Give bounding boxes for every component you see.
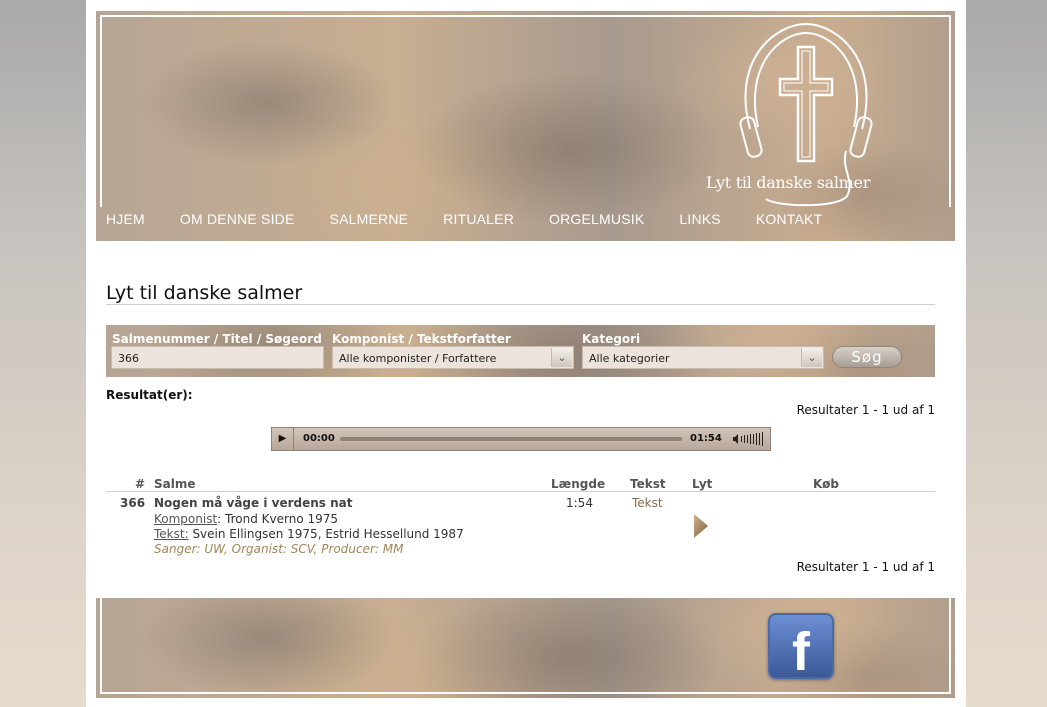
composer-selected-value: Alle komponister / Forfattere xyxy=(339,352,497,365)
play-track-icon[interactable] xyxy=(693,513,709,539)
composer-name: : Trond Kverno 1975 xyxy=(217,512,339,526)
col-header-length: Længde xyxy=(551,477,606,491)
player-current-time: 00:00 xyxy=(303,433,335,444)
nav-links[interactable]: LINKS xyxy=(679,211,720,227)
row-text-link[interactable]: Tekst xyxy=(632,496,663,510)
player-progress-track[interactable] xyxy=(340,437,682,441)
nav-kontakt[interactable]: KONTAKT xyxy=(756,211,822,227)
category-label: Kategori xyxy=(582,332,641,346)
page-container: Lyt til danske salmer HJEM OM DENNE SIDE… xyxy=(86,0,966,707)
search-panel: Salmenummer / Titel / Søgeord 366 Kompon… xyxy=(106,325,935,377)
player-duration: 01:54 xyxy=(690,433,722,444)
nav-salmerne[interactable]: SALMERNE xyxy=(330,211,409,227)
chevron-down-icon[interactable]: ⌄ xyxy=(551,348,572,367)
logo-text: Lyt til danske salmer xyxy=(706,173,871,192)
audio-player: ▶ 00:00 01:54 xyxy=(271,427,771,451)
row-text-line: Tekst: Svein Ellingsen 1975, Estrid Hess… xyxy=(154,527,464,541)
category-selected-value: Alle kategorier xyxy=(589,352,670,365)
title-divider xyxy=(106,304,935,305)
row-credits: Sanger: UW, Organist: SCV, Producer: MM xyxy=(154,542,404,556)
row-length: 1:54 xyxy=(566,496,593,510)
nav-ritualer[interactable]: RITUALER xyxy=(443,211,514,227)
text-authors-link[interactable]: Tekst: xyxy=(154,527,189,541)
play-icon[interactable]: ▶ xyxy=(272,428,294,450)
nav-hjem[interactable]: HJEM xyxy=(106,211,145,227)
row-number: 366 xyxy=(120,496,146,510)
footer-banner: f xyxy=(96,598,955,698)
search-button[interactable]: Søg xyxy=(832,346,902,368)
results-count-bottom: Resultater 1 - 1 ud af 1 xyxy=(796,560,935,574)
category-select[interactable]: Alle kategorier ⌄ xyxy=(582,346,824,369)
composer-link[interactable]: Komponist xyxy=(154,512,217,526)
text-authors: Svein Ellingsen 1975, Estrid Hessellund … xyxy=(188,527,464,541)
col-header-text: Tekst xyxy=(630,477,666,491)
main-nav: HJEM OM DENNE SIDE SALMERNE RITUALER ORG… xyxy=(106,211,857,227)
row-title: Nogen må våge i verdens nat xyxy=(154,496,353,510)
col-header-buy: Køb xyxy=(813,477,839,491)
composer-select[interactable]: Alle komponister / Forfattere ⌄ xyxy=(332,346,574,369)
nav-orgelmusik[interactable]: ORGELMUSIK xyxy=(549,211,644,227)
facebook-icon[interactable]: f xyxy=(768,613,834,679)
table-header-divider xyxy=(106,491,935,492)
composer-label: Komponist / Tekstforfatter xyxy=(332,332,511,346)
col-header-listen: Lyt xyxy=(692,477,713,491)
search-input[interactable]: 366 xyxy=(111,346,324,369)
results-count-top: Resultater 1 - 1 ud af 1 xyxy=(796,403,935,417)
chevron-down-icon[interactable]: ⌄ xyxy=(801,348,822,367)
col-header-number: # xyxy=(135,477,146,491)
nav-om-denne-side[interactable]: OM DENNE SIDE xyxy=(180,211,295,227)
volume-icon[interactable] xyxy=(732,431,766,447)
page-title: Lyt til danske salmer xyxy=(106,282,303,304)
header-banner: Lyt til danske salmer HJEM OM DENNE SIDE… xyxy=(96,11,955,241)
row-composer-line: Komponist: Trond Kverno 1975 xyxy=(154,512,338,526)
results-label: Resultat(er): xyxy=(106,388,193,402)
query-label: Salmenummer / Titel / Søgeord xyxy=(112,332,322,346)
col-header-salme: Salme xyxy=(154,477,196,491)
